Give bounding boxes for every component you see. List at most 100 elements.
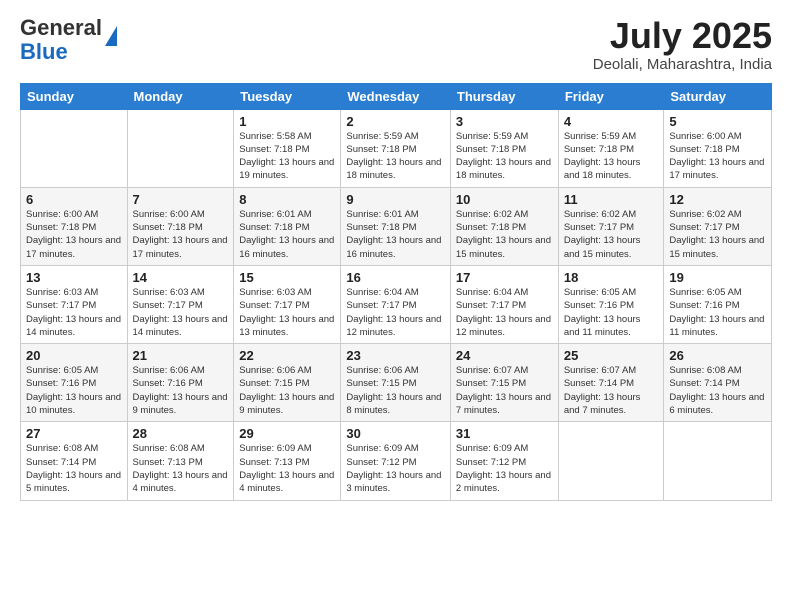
table-row: 29Sunrise: 6:09 AM Sunset: 7:13 PM Dayli… — [234, 422, 341, 500]
table-row: 12Sunrise: 6:02 AM Sunset: 7:17 PM Dayli… — [664, 187, 772, 265]
day-number: 1 — [239, 114, 335, 129]
table-row: 8Sunrise: 6:01 AM Sunset: 7:18 PM Daylig… — [234, 187, 341, 265]
table-row — [558, 422, 664, 500]
table-row: 24Sunrise: 6:07 AM Sunset: 7:15 PM Dayli… — [450, 344, 558, 422]
calendar-week-row: 27Sunrise: 6:08 AM Sunset: 7:14 PM Dayli… — [21, 422, 772, 500]
table-row: 15Sunrise: 6:03 AM Sunset: 7:17 PM Dayli… — [234, 265, 341, 343]
day-number: 7 — [133, 192, 229, 207]
calendar-week-row: 20Sunrise: 6:05 AM Sunset: 7:16 PM Dayli… — [21, 344, 772, 422]
day-number: 25 — [564, 348, 659, 363]
table-row: 28Sunrise: 6:08 AM Sunset: 7:13 PM Dayli… — [127, 422, 234, 500]
calendar-week-row: 13Sunrise: 6:03 AM Sunset: 7:17 PM Dayli… — [21, 265, 772, 343]
day-info: Sunrise: 6:08 AM Sunset: 7:14 PM Dayligh… — [26, 442, 122, 495]
day-number: 26 — [669, 348, 766, 363]
day-number: 24 — [456, 348, 553, 363]
day-number: 9 — [346, 192, 445, 207]
day-number: 5 — [669, 114, 766, 129]
day-info: Sunrise: 6:05 AM Sunset: 7:16 PM Dayligh… — [564, 286, 659, 339]
day-number: 29 — [239, 426, 335, 441]
col-saturday: Saturday — [664, 83, 772, 109]
calendar-page: General Blue July 2025 Deolali, Maharash… — [0, 0, 792, 612]
table-row: 1Sunrise: 5:58 AM Sunset: 7:18 PM Daylig… — [234, 109, 341, 187]
calendar-week-row: 6 Sunrise: 6:00 AM Sunset: 7:18 PM Daylig… — [21, 187, 772, 265]
day-info: Sunrise: 5:58 AM Sunset: 7:18 PM Dayligh… — [239, 130, 335, 183]
day-number: 19 — [669, 270, 766, 285]
day-info: Sunrise: 6:03 AM Sunset: 7:17 PM Dayligh… — [239, 286, 335, 339]
day-info: Sunrise: 5:59 AM Sunset: 7:18 PM Dayligh… — [346, 130, 445, 183]
day-info: Sunrise: 6:06 AM Sunset: 7:15 PM Dayligh… — [346, 364, 445, 417]
col-wednesday: Wednesday — [341, 83, 451, 109]
col-tuesday: Tuesday — [234, 83, 341, 109]
day-info: Sunrise: 6:09 AM Sunset: 7:12 PM Dayligh… — [346, 442, 445, 495]
table-row — [21, 109, 128, 187]
day-number: 16 — [346, 270, 445, 285]
day-number: 8 — [239, 192, 335, 207]
day-number: 3 — [456, 114, 553, 129]
table-row: 25Sunrise: 6:07 AM Sunset: 7:14 PM Dayli… — [558, 344, 664, 422]
day-info: Sunrise: 6:02 AM Sunset: 7:17 PM Dayligh… — [564, 208, 659, 261]
table-row: 5Sunrise: 6:00 AM Sunset: 7:18 PM Daylig… — [664, 109, 772, 187]
day-info: Sunrise: 6:06 AM Sunset: 7:15 PM Dayligh… — [239, 364, 335, 417]
table-row: 31Sunrise: 6:09 AM Sunset: 7:12 PM Dayli… — [450, 422, 558, 500]
table-row: 14Sunrise: 6:03 AM Sunset: 7:17 PM Dayli… — [127, 265, 234, 343]
day-info: Sunrise: 6:03 AM Sunset: 7:17 PM Dayligh… — [26, 286, 122, 339]
day-number: 11 — [564, 192, 659, 207]
day-number: 30 — [346, 426, 445, 441]
day-info: Sunrise: 6:01 AM Sunset: 7:18 PM Dayligh… — [346, 208, 445, 261]
table-row: 2Sunrise: 5:59 AM Sunset: 7:18 PM Daylig… — [341, 109, 451, 187]
day-info: Sunrise: 5:59 AM Sunset: 7:18 PM Dayligh… — [456, 130, 553, 183]
logo-general: General — [20, 15, 102, 40]
month-title: July 2025 — [593, 16, 772, 56]
day-info: Sunrise: 6:08 AM Sunset: 7:14 PM Dayligh… — [669, 364, 766, 417]
day-number: 6 — [26, 192, 122, 207]
header: General Blue July 2025 Deolali, Maharash… — [20, 16, 772, 73]
col-sunday: Sunday — [21, 83, 128, 109]
table-row: 3Sunrise: 5:59 AM Sunset: 7:18 PM Daylig… — [450, 109, 558, 187]
col-monday: Monday — [127, 83, 234, 109]
table-row: 21Sunrise: 6:06 AM Sunset: 7:16 PM Dayli… — [127, 344, 234, 422]
calendar-header-row: Sunday Monday Tuesday Wednesday Thursday… — [21, 83, 772, 109]
table-row: 13Sunrise: 6:03 AM Sunset: 7:17 PM Dayli… — [21, 265, 128, 343]
table-row: 4Sunrise: 5:59 AM Sunset: 7:18 PM Daylig… — [558, 109, 664, 187]
day-info: Sunrise: 6:00 AM Sunset: 7:18 PM Dayligh… — [133, 208, 229, 261]
day-info: Sunrise: 6:07 AM Sunset: 7:14 PM Dayligh… — [564, 364, 659, 417]
table-row: 16Sunrise: 6:04 AM Sunset: 7:17 PM Dayli… — [341, 265, 451, 343]
logo-triangle-icon — [105, 26, 117, 46]
table-row: 26Sunrise: 6:08 AM Sunset: 7:14 PM Dayli… — [664, 344, 772, 422]
table-row: 27Sunrise: 6:08 AM Sunset: 7:14 PM Dayli… — [21, 422, 128, 500]
table-row — [664, 422, 772, 500]
day-number: 17 — [456, 270, 553, 285]
day-number: 28 — [133, 426, 229, 441]
table-row: 7Sunrise: 6:00 AM Sunset: 7:18 PM Daylig… — [127, 187, 234, 265]
table-row: 10Sunrise: 6:02 AM Sunset: 7:18 PM Dayli… — [450, 187, 558, 265]
table-row: 22Sunrise: 6:06 AM Sunset: 7:15 PM Dayli… — [234, 344, 341, 422]
day-number: 18 — [564, 270, 659, 285]
table-row: 9Sunrise: 6:01 AM Sunset: 7:18 PM Daylig… — [341, 187, 451, 265]
day-number: 31 — [456, 426, 553, 441]
day-number: 27 — [26, 426, 122, 441]
day-info: Sunrise: 6:06 AM Sunset: 7:16 PM Dayligh… — [133, 364, 229, 417]
day-number: 13 — [26, 270, 122, 285]
day-info: Sunrise: 6:03 AM Sunset: 7:17 PM Dayligh… — [133, 286, 229, 339]
day-info: Sunrise: 6:00 AM Sunset: 7:18 PM Dayligh… — [669, 130, 766, 183]
table-row: 20Sunrise: 6:05 AM Sunset: 7:16 PM Dayli… — [21, 344, 128, 422]
day-number: 23 — [346, 348, 445, 363]
table-row: 30Sunrise: 6:09 AM Sunset: 7:12 PM Dayli… — [341, 422, 451, 500]
day-info: Sunrise: 6:09 AM Sunset: 7:12 PM Dayligh… — [456, 442, 553, 495]
logo: General Blue — [20, 16, 117, 64]
day-info: Sunrise: 6:04 AM Sunset: 7:17 PM Dayligh… — [346, 286, 445, 339]
table-row: 18Sunrise: 6:05 AM Sunset: 7:16 PM Dayli… — [558, 265, 664, 343]
day-info: Sunrise: 6:08 AM Sunset: 7:13 PM Dayligh… — [133, 442, 229, 495]
day-info: Sunrise: 6:07 AM Sunset: 7:15 PM Dayligh… — [456, 364, 553, 417]
table-row — [127, 109, 234, 187]
logo-blue: Blue — [20, 39, 68, 64]
table-row: 19Sunrise: 6:05 AM Sunset: 7:16 PM Dayli… — [664, 265, 772, 343]
col-thursday: Thursday — [450, 83, 558, 109]
day-info: Sunrise: 6:09 AM Sunset: 7:13 PM Dayligh… — [239, 442, 335, 495]
day-number: 10 — [456, 192, 553, 207]
day-number: 22 — [239, 348, 335, 363]
day-info: Sunrise: 6:05 AM Sunset: 7:16 PM Dayligh… — [26, 364, 122, 417]
table-row: 6Sunrise: 6:00 AM Sunset: 7:18 PM Daylig… — [21, 187, 128, 265]
day-info: Sunrise: 6:01 AM Sunset: 7:18 PM Dayligh… — [239, 208, 335, 261]
table-row: 23Sunrise: 6:06 AM Sunset: 7:15 PM Dayli… — [341, 344, 451, 422]
